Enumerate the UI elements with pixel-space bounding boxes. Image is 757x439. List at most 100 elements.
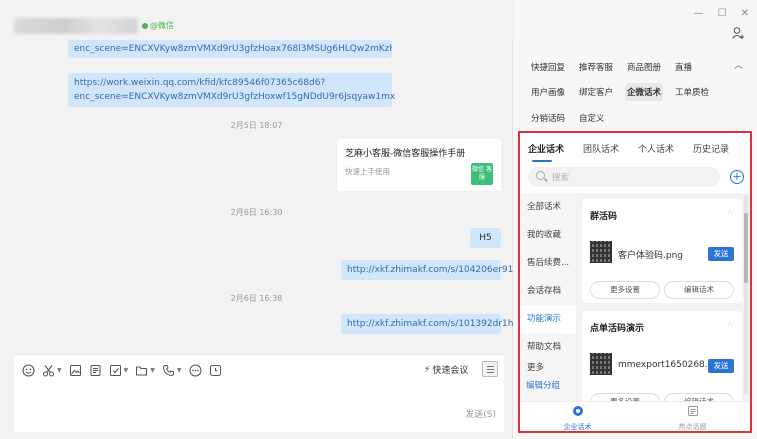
outgoing-message[interactable]: H5 xyxy=(470,228,501,248)
message-link-bubble[interactable]: enc_scene=ENCXVKyw8zmVMXd9rU3gfzHoax768l… xyxy=(68,40,392,58)
lightning-icon: ⚡ xyxy=(424,364,431,375)
link-text[interactable]: enc_scene=ENCXVKyw8zmVMXd9rU3gfzHoxwf15g… xyxy=(74,90,395,104)
category-item[interactable]: 全部话术 xyxy=(520,193,576,221)
maximize-icon[interactable]: ☐ xyxy=(718,8,727,19)
checkbox-icon[interactable] xyxy=(109,364,122,377)
scrollbar[interactable] xyxy=(744,195,748,395)
more-icon[interactable] xyxy=(189,364,202,377)
wechat-icon xyxy=(142,22,148,29)
chat-pane: @微信 enc_scene=ENCXVKyw8zmVMXd9rU3gfzHoax… xyxy=(0,0,513,439)
quick-tab[interactable]: 直播 xyxy=(673,58,694,76)
scripts-icon xyxy=(572,405,584,419)
quick-tab[interactable]: 工单质检 xyxy=(673,83,711,101)
bottom-nav-enterprise-scripts[interactable]: 企业话术 xyxy=(520,402,635,431)
clock-icon[interactable] xyxy=(209,364,222,377)
quick-tab[interactable]: 推荐客服 xyxy=(577,58,615,76)
group-title: 群活码 xyxy=(590,212,618,222)
quick-tabs-row-2: 用户画像 绑定客户 企微话术 工单质检 xyxy=(529,83,711,101)
link-text[interactable]: enc_scene=ENCXVKyw8zmVMXd9rU3gfzHoax768l… xyxy=(74,44,392,54)
minimize-icon[interactable]: — xyxy=(694,8,704,19)
edit-group-button[interactable]: 编辑分组 xyxy=(526,379,560,391)
add-script-button[interactable]: + xyxy=(730,170,744,184)
send-script-button[interactable]: 发送 xyxy=(708,359,734,373)
quick-tab[interactable]: 快捷回复 xyxy=(529,58,567,76)
chevron-down-icon[interactable]: ▼ xyxy=(124,367,129,374)
image-icon[interactable] xyxy=(69,364,82,377)
send-button[interactable]: 发送(S) xyxy=(465,407,496,420)
message-list[interactable]: enc_scene=ENCXVKyw8zmVMXd9rU3gfzHoax768l… xyxy=(0,40,513,354)
timestamp: 2月6日 16:38 xyxy=(230,294,283,303)
timestamp: 2月6日 16:30 xyxy=(230,208,283,217)
category-item[interactable]: 会话存档 xyxy=(520,277,576,305)
script-group-list[interactable]: 群活码 ☆ 客户体验码.png 发送 更多设置 编辑话术 点单活码演示 ☆ mm… xyxy=(576,193,750,405)
qr-code-image xyxy=(590,353,612,375)
attachment-name: 客户体验码.png xyxy=(618,251,683,261)
tab-team-scripts[interactable]: 团队话术 xyxy=(583,142,619,155)
script-tabs: 企业话术 团队话术 个人话术 历史记录 xyxy=(520,133,750,163)
bottom-nav: 企业话术 热点话题 xyxy=(520,401,750,431)
close-icon[interactable]: ✕ xyxy=(741,8,749,19)
tab-history[interactable]: 历史记录 xyxy=(693,142,729,155)
add-contact-icon[interactable] xyxy=(731,26,745,40)
qr-code-image xyxy=(590,241,612,263)
chevron-down-icon[interactable]: ▼ xyxy=(57,367,62,374)
link-text[interactable]: https://work.weixin.qq.com/kfid/kfc89546… xyxy=(74,76,386,90)
bottom-nav-hot-topics[interactable]: 热点话题 xyxy=(635,402,750,431)
star-icon[interactable]: ☆ xyxy=(726,209,734,218)
file-icon[interactable] xyxy=(89,364,102,377)
folder-icon[interactable] xyxy=(135,364,148,377)
send-script-button[interactable]: 发送 xyxy=(708,247,734,261)
tab-enterprise-scripts[interactable]: 企业话术 xyxy=(528,142,564,162)
chevron-up-icon[interactable]: ︿ xyxy=(734,58,743,71)
side-panel: — ☐ ✕ 快捷回复 推荐客服 商品图册 直播 ︿ 用户画像 绑定客户 企微话术… xyxy=(513,0,757,439)
phone-icon[interactable] xyxy=(162,364,175,377)
quick-tab[interactable]: 商品图册 xyxy=(625,58,663,76)
category-item[interactable]: 更多 xyxy=(520,361,576,375)
message-link-bubble[interactable]: https://work.weixin.qq.com/kfid/kfc89546… xyxy=(68,73,395,107)
quick-meeting-button[interactable]: ⚡ 快速会议 xyxy=(424,363,469,377)
source-tag-label: @微信 xyxy=(150,21,174,30)
link-text[interactable]: http://xkf.zhimakf.com/s/104206er91 xyxy=(347,265,513,275)
message-text: H5 xyxy=(479,233,492,243)
window-controls: — ☐ ✕ xyxy=(694,8,749,19)
contact-name-blurred xyxy=(14,18,138,34)
card-thumbnail: 微信 客服 xyxy=(471,163,493,185)
chat-history-icon[interactable] xyxy=(482,361,498,377)
category-item[interactable]: 我的收藏 xyxy=(520,221,576,249)
search-placeholder: 搜索 xyxy=(552,173,570,183)
wechat-source-tag: @微信 xyxy=(142,20,174,31)
category-item[interactable]: 帮助文档 xyxy=(520,333,576,361)
message-composer[interactable]: ▼ ▼ ▼ ▼ ⚡ 快速会议 发送(S) xyxy=(14,354,504,432)
attachment-name: mmexport1650268... xyxy=(618,360,714,370)
card-subtitle: 快速上手使用 xyxy=(345,167,390,176)
scissors-icon[interactable] xyxy=(42,364,55,377)
category-item-active[interactable]: 功能演示 xyxy=(520,305,576,333)
bottom-nav-label: 企业话术 xyxy=(563,423,592,431)
outgoing-message[interactable]: http://xkf.zhimakf.com/s/101392dr1h xyxy=(341,314,513,334)
category-item[interactable]: 售后续费... xyxy=(520,249,576,277)
quick-tab[interactable]: 自定义 xyxy=(577,109,607,127)
search-icon xyxy=(536,171,545,180)
quick-tab[interactable]: 分销话码 xyxy=(529,109,567,127)
tab-personal-scripts[interactable]: 个人话术 xyxy=(638,142,674,155)
quick-meeting-label: 快速会议 xyxy=(432,366,469,376)
edit-script-button[interactable]: 编辑话术 xyxy=(664,281,734,299)
script-search-input[interactable]: 搜索 xyxy=(528,167,720,187)
star-icon[interactable]: ☆ xyxy=(726,321,734,330)
more-settings-button[interactable]: 更多设置 xyxy=(590,281,660,299)
quick-tabs-row-1: 快捷回复 推荐客服 商品图册 直播 xyxy=(529,58,694,76)
category-list: 全部话术 我的收藏 售后续费... 会话存档 功能演示 帮助文档 更多 xyxy=(520,193,576,401)
chat-header: @微信 xyxy=(0,0,513,40)
scripts-panel: 企业话术 团队话术 个人话术 历史记录 搜索 + 全部话术 我的收藏 售后续费.… xyxy=(518,131,752,433)
chevron-down-icon[interactable]: ▼ xyxy=(150,367,155,374)
timestamp: 2月5日 18:07 xyxy=(230,121,283,130)
emoji-icon[interactable] xyxy=(22,363,35,377)
outgoing-message[interactable]: http://xkf.zhimakf.com/s/104206er91 xyxy=(341,260,513,280)
quick-tab-active[interactable]: 企微话术 xyxy=(625,83,664,101)
link-text[interactable]: http://xkf.zhimakf.com/s/101392dr1h xyxy=(347,319,513,329)
quick-tab[interactable]: 用户画像 xyxy=(529,83,567,101)
quick-tabs-row-3: 分销话码 自定义 xyxy=(529,109,607,127)
chevron-down-icon[interactable]: ▼ xyxy=(177,367,182,374)
article-card[interactable]: 芝麻小客服-微信客服操作手册 快速上手使用 微信 客服 xyxy=(337,139,501,191)
quick-tab[interactable]: 绑定客户 xyxy=(577,83,615,101)
